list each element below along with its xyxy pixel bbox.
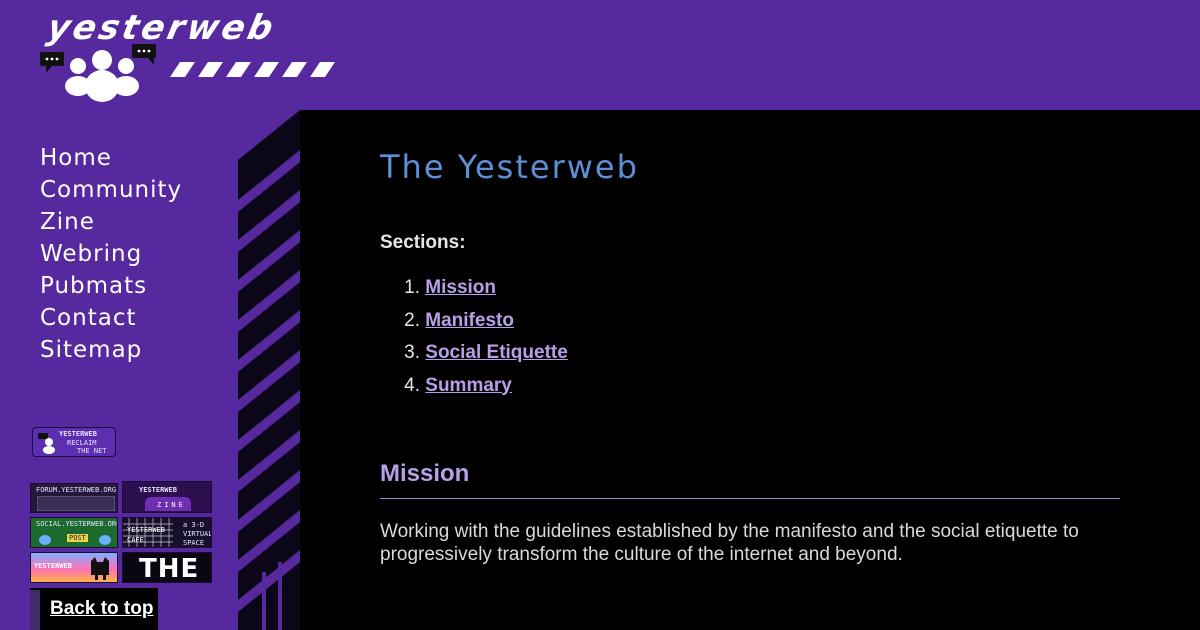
badge-line: RECLAIM xyxy=(67,439,97,447)
mission-heading: Mission xyxy=(380,460,470,487)
cafe-badge[interactable]: YESTERWEB CAFE a 3-D VIRTUAL SPACE xyxy=(122,517,212,548)
the-badge[interactable]: THE xyxy=(122,552,212,583)
badge-line: SPACE xyxy=(183,539,205,547)
community-logo-icon xyxy=(40,44,156,102)
toc-link-mission[interactable]: Mission xyxy=(425,277,496,298)
reclaim-the-net-badge[interactable]: YESTERWEB RECLAIM THE NET xyxy=(32,427,116,457)
badge-line: a 3-D xyxy=(183,521,205,529)
toc-link-manifesto[interactable]: Manifesto xyxy=(425,310,514,331)
toc-number: 1. xyxy=(404,277,420,298)
main-content: The Yesterweb Sections: 1. Mission 2. Ma… xyxy=(300,110,1200,630)
toc-item: 1. Mission xyxy=(380,272,568,305)
back-to-top-link[interactable]: Back to top xyxy=(50,598,153,620)
sections-label: Sections: xyxy=(380,232,466,253)
toc-number: 2. xyxy=(404,309,420,331)
badge-line: THE NET xyxy=(77,447,107,455)
birds-icon xyxy=(39,535,111,545)
social-badge[interactable]: SOCIAL.YESTERWEB.ORG POST xyxy=(30,517,118,548)
badge-line: CAFE xyxy=(127,536,144,544)
nav-item-home[interactable]: Home xyxy=(40,142,182,174)
badge-line: YESTERWEB xyxy=(127,526,165,534)
toc-item: 2. Manifesto xyxy=(380,305,568,338)
forum-badge[interactable]: FORUM.YESTERWEB.ORG xyxy=(30,483,118,513)
nav-item-webring[interactable]: Webring xyxy=(40,238,182,270)
yesterweb-badge[interactable]: YESTERWEB xyxy=(30,552,118,583)
nav-item-community[interactable]: Community xyxy=(40,174,182,206)
nav-item-zine[interactable]: Zine xyxy=(40,206,182,238)
cat-icon xyxy=(91,557,109,580)
toc-link-social-etiquette[interactable]: Social Etiquette xyxy=(425,342,568,363)
page-title: The Yesterweb xyxy=(380,148,639,186)
badge-label: SOCIAL.YESTERWEB.ORG xyxy=(36,520,118,528)
site-header: yesterweb xyxy=(0,0,1200,110)
toc-number: 3. xyxy=(404,342,420,363)
badge-line: ZINE xyxy=(157,501,186,509)
mascot-icon xyxy=(38,433,55,454)
nav-item-contact[interactable]: Contact xyxy=(40,302,182,334)
badge-label: YESTERWEB xyxy=(34,562,72,570)
zine-badge[interactable]: YESTERWEB ZINE xyxy=(122,481,212,513)
logo-stripes-decoration xyxy=(170,62,335,77)
nav-item-pubmats[interactable]: Pubmats xyxy=(40,270,182,302)
badge-line: YESTERWEB xyxy=(139,486,177,494)
nav-item-sitemap[interactable]: Sitemap xyxy=(40,334,182,366)
badge-label: THE xyxy=(139,554,200,583)
angled-stripes-decoration xyxy=(238,110,300,630)
sidebar-nav: Home Community Zine Webring Pubmats Cont… xyxy=(40,142,182,366)
badge-label: FORUM.YESTERWEB.ORG xyxy=(36,486,117,494)
badge-line: VIRTUAL xyxy=(183,530,212,538)
mission-paragraph: Working with the guidelines established … xyxy=(380,521,1079,565)
toc-item: 3. Social Etiquette xyxy=(380,337,568,370)
badge-line: YESTERWEB xyxy=(59,430,97,438)
table-of-contents: 1. Mission 2. Manifesto 3. Social Etique… xyxy=(380,272,568,402)
back-to-top-strip xyxy=(30,590,40,630)
toc-item: 4. Summary xyxy=(380,370,568,403)
toc-link-summary[interactable]: Summary xyxy=(425,375,512,396)
toc-number: 4. xyxy=(404,374,420,396)
section-divider xyxy=(380,498,1120,499)
